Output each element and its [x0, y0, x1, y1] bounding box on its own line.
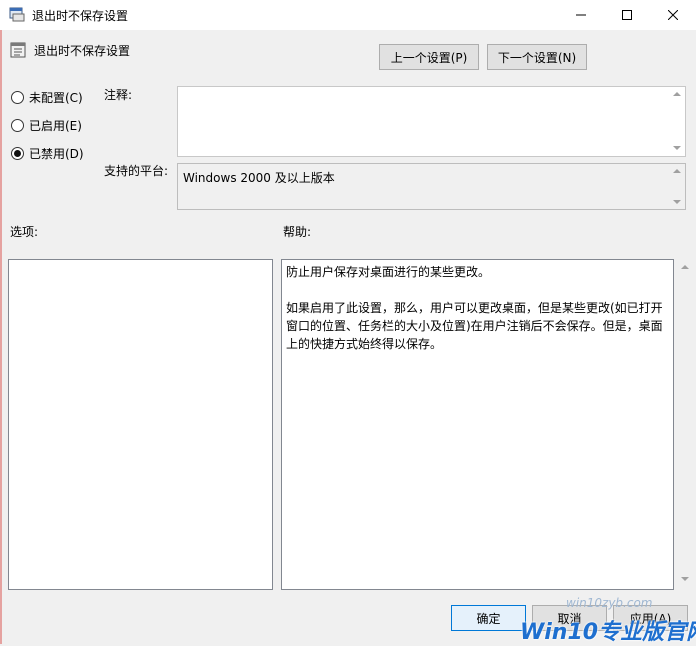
supported-platform-value: Windows 2000 及以上版本 [177, 163, 686, 210]
comment-label: 注释: [104, 88, 133, 102]
comment-scrollbar[interactable] [669, 87, 685, 156]
ok-button[interactable]: 确定 [451, 605, 526, 631]
radio-not-configured[interactable]: 未配置(C) [11, 89, 83, 106]
watermark-logo: Win10专业版官网 [520, 620, 696, 645]
scroll-down-icon[interactable] [681, 577, 689, 581]
close-icon [668, 10, 678, 20]
next-setting-button[interactable]: 下一个设置(N) [487, 44, 587, 70]
options-label: 选项: [10, 225, 39, 239]
radio-label: 已启用(E) [29, 119, 82, 133]
help-text: 防止用户保存对桌面进行的某些更改。 如果启用了此设置，那么，用户可以更改桌面，但… [286, 265, 663, 351]
close-button[interactable] [650, 0, 696, 30]
minimize-icon [576, 14, 586, 16]
policy-window-icon [9, 6, 25, 22]
policy-setting-icon [10, 42, 26, 58]
supported-platform-label: 支持的平台: [104, 164, 169, 178]
help-scrollbar[interactable] [676, 259, 694, 590]
radio-disabled[interactable]: 已禁用(D) [11, 145, 84, 162]
radio-button[interactable] [11, 119, 24, 132]
radio-label: 未配置(C) [29, 91, 83, 105]
scroll-up-icon[interactable] [673, 169, 681, 173]
maximize-button[interactable] [604, 0, 650, 30]
scroll-up-icon[interactable] [681, 265, 689, 269]
radio-button[interactable] [11, 91, 24, 104]
radio-enabled[interactable]: 已启用(E) [11, 117, 82, 134]
policy-title: 退出时不保存设置 [34, 44, 131, 58]
help-panel[interactable]: 防止用户保存对桌面进行的某些更改。 如果启用了此设置，那么，用户可以更改桌面，但… [281, 259, 674, 590]
comment-textarea[interactable] [177, 86, 686, 157]
radio-label: 已禁用(D) [29, 147, 84, 161]
scroll-down-icon[interactable] [673, 146, 681, 150]
window-title: 退出时不保存设置 [32, 9, 129, 23]
minimize-button[interactable] [558, 0, 604, 30]
watermark-url: win10zyb.com [566, 596, 653, 610]
help-label: 帮助: [283, 225, 312, 239]
maximize-icon [622, 10, 632, 20]
platform-scrollbar[interactable] [669, 164, 685, 209]
options-panel[interactable] [8, 259, 273, 590]
radio-button-selected[interactable] [11, 147, 24, 160]
scroll-up-icon[interactable] [673, 92, 681, 96]
window-edge [0, 0, 2, 644]
scroll-down-icon[interactable] [673, 200, 681, 204]
previous-setting-button[interactable]: 上一个设置(P) [379, 44, 479, 70]
